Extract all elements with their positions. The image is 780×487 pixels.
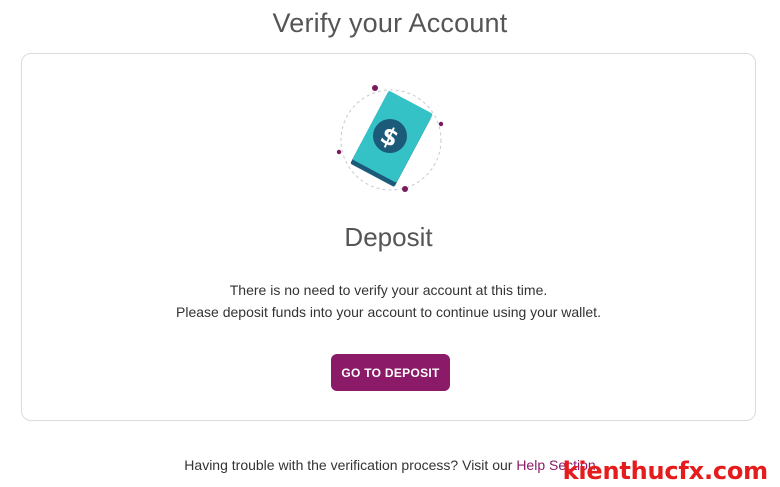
watermark: kienthucfx.com — [562, 457, 769, 485]
info-text-line-1: There is no need to verify your account … — [229, 282, 548, 298]
verify-account-page: Verify your Account $ Deposit There is n… — [0, 0, 780, 487]
help-footer-text: Having trouble with the verification pro… — [184, 457, 517, 473]
page-title: Verify your Account — [272, 8, 508, 38]
money-bill-dollar-icon: $ — [336, 85, 444, 192]
go-to-deposit-button[interactable]: GO TO DEPOSIT — [331, 354, 450, 391]
info-text-line-2: Please deposit funds into your account t… — [176, 304, 601, 320]
deposit-card: $ Deposit There is no need to verify you… — [21, 53, 756, 421]
card-heading: Deposit — [344, 222, 433, 252]
